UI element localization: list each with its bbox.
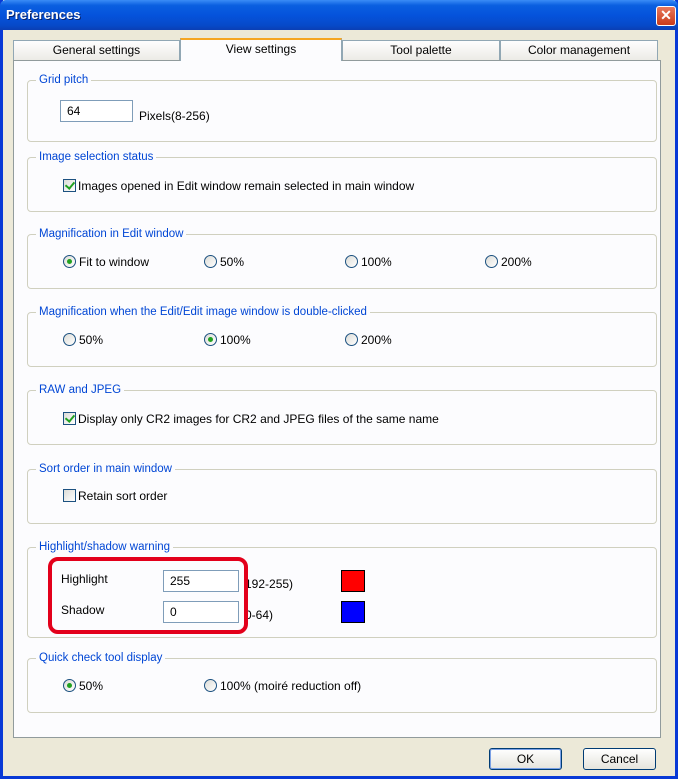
raw-jpeg-checkbox[interactable] xyxy=(63,412,76,425)
quick-check-label-100: 100% (moiré reduction off) xyxy=(220,679,362,693)
quick-check-group: Quick check tool display 50% 100% (moiré… xyxy=(27,651,657,713)
raw-jpeg-group: RAW and JPEG Display only CR2 images for… xyxy=(27,383,657,445)
magnification-dblclick-title: Magnification when the Edit/Edit image w… xyxy=(36,305,370,319)
magnification-dblclick-group: Magnification when the Edit/Edit image w… xyxy=(27,305,657,367)
magnification-edit-label-50: 50% xyxy=(220,255,245,269)
grid-pitch-unit: Pixels(8-256) xyxy=(139,109,210,123)
close-button[interactable]: ✕ xyxy=(656,6,676,26)
shadow-range: 0-64) xyxy=(245,608,274,622)
magnification-edit-radio-100[interactable] xyxy=(345,255,358,268)
magnification-edit-radio-50[interactable] xyxy=(204,255,217,268)
tab-view-settings[interactable]: View settings xyxy=(180,38,342,61)
tab-strip: General settings View settings Tool pale… xyxy=(13,38,658,61)
magnification-dblclick-radio-50[interactable] xyxy=(63,333,76,346)
grid-pitch-group: Grid pitch 64 Pixels(8-256) xyxy=(27,73,657,142)
sort-order-group: Sort order in main window Retain sort or… xyxy=(27,462,657,524)
tab-general-settings[interactable]: General settings xyxy=(13,40,180,60)
highlight-range: 192-255) xyxy=(245,577,294,591)
cancel-button[interactable]: Cancel xyxy=(583,748,656,770)
preferences-window: Preferences ✕ General settings View sett… xyxy=(0,0,678,779)
image-selection-label: Images opened in Edit window remain sele… xyxy=(78,179,415,193)
magnification-edit-radio-200[interactable] xyxy=(485,255,498,268)
magnification-dblclick-label-50: 50% xyxy=(79,333,104,347)
quick-check-label-50: 50% xyxy=(79,679,104,693)
sort-order-checkbox[interactable] xyxy=(63,489,76,502)
quick-check-radio-100[interactable] xyxy=(204,679,217,692)
quick-check-radio-50[interactable] xyxy=(63,679,76,692)
highlight-shadow-title: Highlight/shadow warning xyxy=(36,540,174,554)
magnification-edit-radio-fit[interactable] xyxy=(63,255,76,268)
sort-order-title: Sort order in main window xyxy=(36,462,175,476)
grid-pitch-input[interactable]: 64 xyxy=(60,100,133,122)
magnification-dblclick-radio-200[interactable] xyxy=(345,333,358,346)
image-selection-group: Image selection status Images opened in … xyxy=(27,150,657,212)
highlight-color-swatch[interactable] xyxy=(341,570,365,592)
magnification-edit-label-fit: Fit to window xyxy=(79,255,150,269)
shadow-color-swatch[interactable] xyxy=(341,601,365,623)
magnification-dblclick-label-200: 200% xyxy=(361,333,392,347)
raw-jpeg-label: Display only CR2 images for CR2 and JPEG… xyxy=(78,412,439,426)
magnification-edit-label-100: 100% xyxy=(361,255,392,269)
sort-order-label: Retain sort order xyxy=(78,489,168,503)
tab-color-management[interactable]: Color management xyxy=(500,40,658,60)
ok-button[interactable]: OK xyxy=(489,748,562,770)
annotation-highlight-ring xyxy=(48,557,248,634)
title-bar[interactable]: Preferences ✕ xyxy=(0,0,678,30)
quick-check-title: Quick check tool display xyxy=(36,651,166,665)
image-selection-title: Image selection status xyxy=(36,150,157,164)
raw-jpeg-title: RAW and JPEG xyxy=(36,383,125,397)
tab-tool-palette[interactable]: Tool palette xyxy=(342,40,500,60)
magnification-edit-group: Magnification in Edit window Fit to wind… xyxy=(27,227,657,289)
magnification-edit-title: Magnification in Edit window xyxy=(36,227,187,241)
window-title: Preferences xyxy=(6,7,81,22)
magnification-dblclick-label-100: 100% xyxy=(220,333,251,347)
close-icon: ✕ xyxy=(660,7,672,23)
magnification-edit-label-200: 200% xyxy=(501,255,532,269)
image-selection-checkbox[interactable] xyxy=(63,179,76,192)
magnification-dblclick-radio-100[interactable] xyxy=(204,333,217,346)
grid-pitch-title: Grid pitch xyxy=(36,73,92,87)
